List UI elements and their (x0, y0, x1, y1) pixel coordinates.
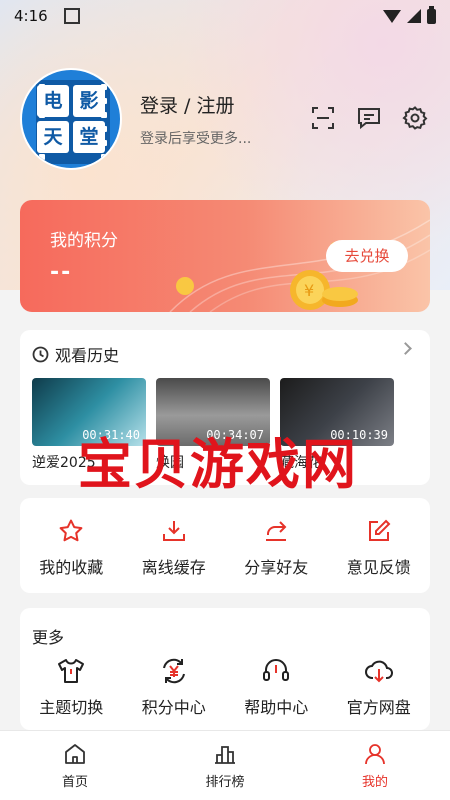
official-netdisk-button[interactable]: 官方网盘 (334, 656, 424, 718)
theme-switch-button[interactable]: 主题切换 (26, 656, 116, 718)
battery-icon (427, 5, 436, 24)
points-label: 我的积分 (50, 231, 118, 251)
favorites-button[interactable]: 我的收藏 (26, 518, 116, 578)
chevron-right-icon[interactable] (399, 342, 412, 355)
points-value: -- (50, 260, 73, 285)
home-icon (65, 743, 85, 764)
svg-text:¥: ¥ (304, 281, 314, 300)
signal-icon (407, 9, 421, 23)
share-icon (266, 520, 287, 541)
nav-item-mine[interactable]: 我的 (325, 742, 425, 790)
more-title: 更多 (32, 628, 65, 647)
login-register-link[interactable]: 登录 / 注册 (140, 91, 251, 118)
star-icon (59, 519, 83, 541)
feedback-button[interactable]: 意见反馈 (334, 518, 424, 578)
nav-item-home[interactable]: 首页 (25, 742, 125, 790)
status-time: 4:16 (14, 7, 48, 25)
help-center-button[interactable]: 帮助中心 (231, 656, 321, 718)
redeem-button[interactable]: 去兑换 (326, 240, 408, 272)
points-card[interactable]: ¥ 我的积分 -- 去兑换 (20, 200, 430, 312)
download-icon (162, 520, 185, 541)
ranking-icon (215, 745, 235, 764)
tshirt-icon (58, 659, 85, 683)
watch-history-title: 观看历史 (55, 346, 120, 365)
share-friends-button[interactable]: 分享好友 (231, 518, 321, 578)
quick-actions-card: 我的收藏 离线缓存 分享好友 意见反馈 (20, 498, 430, 593)
header-actions (310, 105, 428, 131)
watermark: 宝贝游戏网 (78, 432, 358, 496)
yuan-refresh-icon (162, 658, 185, 684)
message-icon[interactable] (356, 105, 382, 131)
profile-header[interactable]: 电 影 天 堂 登录 / 注册 登录后享受更多... (20, 68, 251, 170)
headset-icon (263, 659, 290, 681)
gear-icon[interactable] (402, 105, 428, 131)
status-bar: 4:16 (0, 0, 450, 32)
clock-icon (32, 346, 49, 362)
bottom-nav: 首页 排行榜 我的 (0, 730, 450, 800)
more-card: 更多 主题切换 积分中心 帮助中心 官方网盘 (20, 608, 430, 730)
app-logo: 电 影 天 堂 (37, 85, 105, 153)
wifi-icon (383, 9, 401, 23)
offline-cache-button[interactable]: 离线缓存 (129, 518, 219, 578)
user-icon (365, 743, 385, 764)
edit-icon (368, 519, 391, 541)
login-subtitle: 登录后享受更多... (140, 130, 252, 147)
nav-item-ranking[interactable]: 排行榜 (175, 742, 275, 790)
notification-icon (64, 8, 80, 24)
avatar[interactable]: 电 影 天 堂 (20, 68, 122, 170)
watch-history-header[interactable]: 观看历史 (32, 342, 119, 366)
points-center-button[interactable]: 积分中心 (129, 656, 219, 718)
scan-icon[interactable] (310, 105, 336, 131)
cloud-download-icon (364, 660, 393, 683)
